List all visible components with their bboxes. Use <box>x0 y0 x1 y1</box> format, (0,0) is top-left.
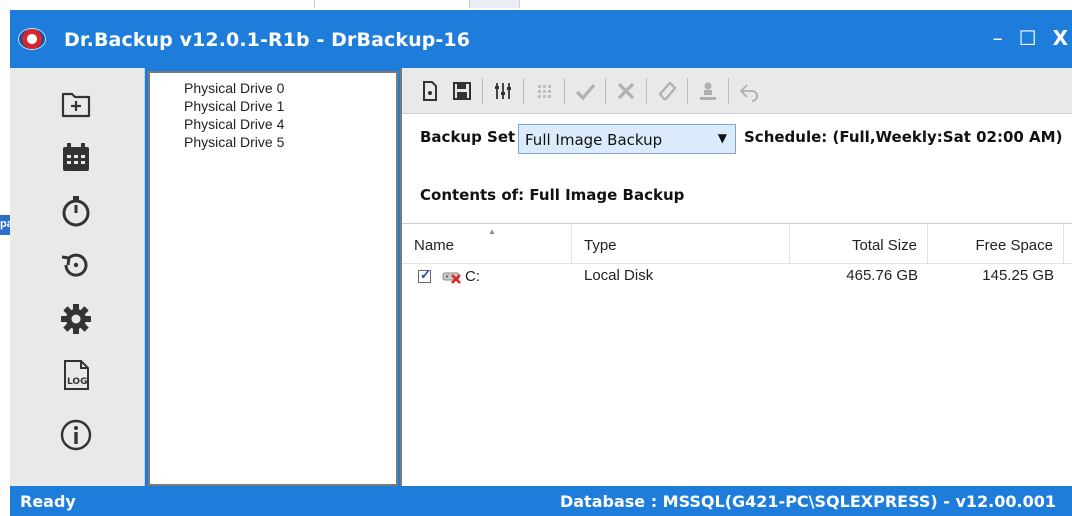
checkmark-icon[interactable] <box>571 77 599 105</box>
save-icon[interactable] <box>448 77 476 105</box>
navigation-rail: LOG <box>10 68 145 486</box>
drive-excluded-icon <box>442 272 461 284</box>
cell-type: Local Disk <box>584 267 654 284</box>
cell-total-size: 465.76 GB <box>846 267 918 284</box>
close-button[interactable]: X <box>1053 26 1068 50</box>
toolbar-separator <box>564 77 565 104</box>
backup-set-pane: Backup Set Full Image Backup ▼ Schedule:… <box>400 68 1072 486</box>
settings-gear-icon[interactable] <box>55 298 97 340</box>
background-window-strip <box>0 0 1072 10</box>
contents-header: Contents of: Full Image Backup <box>402 162 1072 224</box>
eraser-icon[interactable] <box>653 77 681 105</box>
toolbar-separator <box>687 77 688 104</box>
backup-set-dropdown[interactable]: Full Image Backup ▼ <box>518 124 736 154</box>
physical-drives-list[interactable]: Physical Drive 0 Physical Drive 1 Physic… <box>148 71 398 486</box>
sort-ascending-icon: ▲ <box>488 227 496 236</box>
list-item[interactable]: Physical Drive 1 <box>184 97 396 115</box>
list-item[interactable]: Physical Drive 5 <box>184 133 396 151</box>
chevron-down-icon: ▼ <box>717 131 727 145</box>
drives-table-body: C: Local Disk 465.76 GB 145.25 GB <box>402 264 1072 486</box>
toolbar-separator <box>482 77 483 104</box>
background-cell <box>320 0 470 8</box>
log-file-icon[interactable]: LOG <box>55 354 97 396</box>
undo-icon[interactable] <box>735 77 763 105</box>
backup-set-label: Backup Set <box>420 128 516 146</box>
maximize-button[interactable]: ☐ <box>1019 26 1037 50</box>
filter-settings-icon[interactable] <box>489 77 517 105</box>
calendar-icon[interactable] <box>55 136 97 178</box>
window-title: Dr.Backup v12.0.1-R1b - DrBackup-16 <box>64 29 471 51</box>
backup-set-selected-value: Full Image Backup <box>525 131 663 149</box>
status-bar: Ready Database : MSSQL(G421-PC\SQLEXPRES… <box>10 486 1072 516</box>
cell-name: C: <box>418 267 480 285</box>
column-header-name[interactable]: Name ▲ <box>402 224 572 264</box>
cross-icon[interactable] <box>612 77 640 105</box>
user-upload-icon[interactable] <box>694 77 722 105</box>
info-icon[interactable] <box>55 414 97 456</box>
drbackup-window: Dr.Backup v12.0.1-R1b - DrBackup-16 – ☐ … <box>10 10 1072 516</box>
title-bar[interactable]: Dr.Backup v12.0.1-R1b - DrBackup-16 – ☐ … <box>10 10 1072 68</box>
background-cell <box>470 0 520 8</box>
minimize-button[interactable]: – <box>993 26 1003 50</box>
backup-set-row: Backup Set Full Image Backup ▼ Schedule:… <box>402 114 1072 162</box>
drive-name: C: <box>465 267 480 285</box>
column-header-type[interactable]: Type <box>572 224 790 264</box>
status-text: Ready <box>20 492 76 511</box>
table-header: Name ▲ Type Total Size Free Space <box>402 224 1072 264</box>
background-cell <box>100 0 315 8</box>
column-header-total-size[interactable]: Total Size <box>790 224 928 264</box>
toolbar <box>402 68 1072 114</box>
toolbar-separator <box>523 77 524 104</box>
contents-label: Contents of: Full Image Backup <box>420 186 685 204</box>
restore-icon[interactable] <box>55 244 97 286</box>
cell-free-space: 145.25 GB <box>982 267 1054 284</box>
list-item[interactable]: Physical Drive 0 <box>184 79 396 97</box>
column-header-free-space[interactable]: Free Space <box>928 224 1064 264</box>
toolbar-separator <box>605 77 606 104</box>
row-checkbox[interactable] <box>418 267 431 283</box>
new-folder-icon[interactable] <box>55 82 97 124</box>
grid-icon[interactable] <box>530 77 558 105</box>
window-controls: – ☐ X <box>993 26 1068 50</box>
column-header-label: Name <box>414 237 455 254</box>
app-logo-icon <box>18 28 46 50</box>
toolbar-separator <box>728 77 729 104</box>
new-document-icon[interactable] <box>416 77 444 105</box>
svg-text:LOG: LOG <box>67 377 87 387</box>
schedule-info: Schedule: (Full,Weekly:Sat 02:00 AM) <box>744 128 1063 146</box>
stopwatch-icon[interactable] <box>55 190 97 232</box>
list-item[interactable]: Physical Drive 4 <box>184 115 396 133</box>
toolbar-separator <box>646 77 647 104</box>
drives-list: Physical Drive 0 Physical Drive 1 Physic… <box>150 73 396 151</box>
database-info: Database : MSSQL(G421-PC\SQLEXPRESS) - v… <box>559 492 1056 511</box>
table-row[interactable]: C: Local Disk 465.76 GB 145.25 GB <box>402 264 1072 288</box>
